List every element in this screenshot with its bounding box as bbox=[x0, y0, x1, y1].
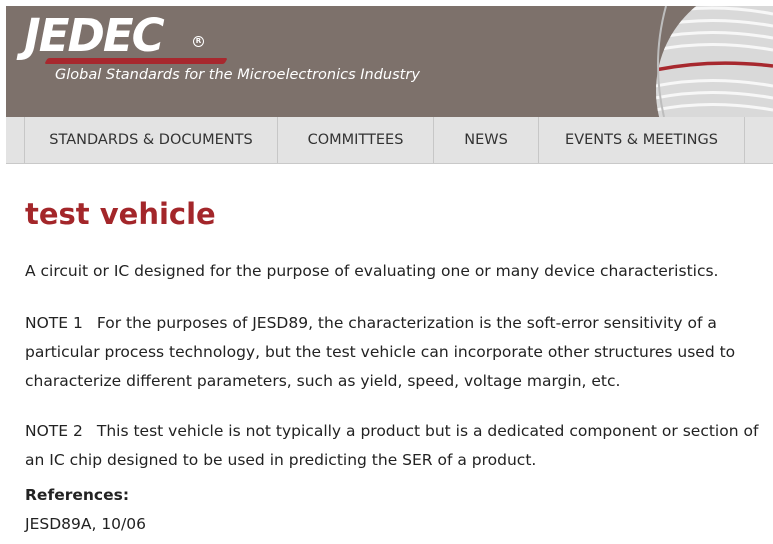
globe-icon bbox=[656, 6, 773, 117]
nav-committees[interactable]: COMMITTEES bbox=[277, 117, 433, 163]
nav-news[interactable]: NEWS bbox=[433, 117, 538, 163]
page-title: test vehicle bbox=[25, 197, 216, 231]
main-nav: STANDARDS & DOCUMENTS COMMITTEES NEWS EV… bbox=[6, 117, 773, 164]
site-tagline: Global Standards for the Microelectronic… bbox=[55, 67, 420, 83]
nav-standards-documents[interactable]: STANDARDS & DOCUMENTS bbox=[24, 117, 277, 163]
references-label: References: bbox=[25, 486, 130, 504]
site-header-banner: JEDEC R Global Standards for the Microel… bbox=[6, 6, 773, 117]
nav-events-meetings[interactable]: EVENTS & MEETINGS bbox=[538, 117, 745, 163]
note-1-label: NOTE 1 bbox=[25, 314, 83, 332]
note-2: NOTE 2 This test vehicle is not typically… bbox=[25, 417, 769, 475]
note-2-text: This test vehicle is not typically a pro… bbox=[25, 422, 759, 469]
jedec-logo[interactable]: JEDEC bbox=[24, 10, 165, 62]
note-1: NOTE 1 For the purposes of JESD89, the ch… bbox=[25, 309, 769, 396]
term-definition: A circuit or IC designed for the purpose… bbox=[25, 262, 719, 280]
registered-mark-icon: R bbox=[193, 36, 204, 47]
references-value: JESD89A, 10/06 bbox=[25, 515, 146, 533]
note-1-text: For the purposes of JESD89, the characte… bbox=[25, 314, 736, 390]
logo-swoosh bbox=[44, 58, 228, 64]
note-2-label: NOTE 2 bbox=[25, 422, 83, 440]
